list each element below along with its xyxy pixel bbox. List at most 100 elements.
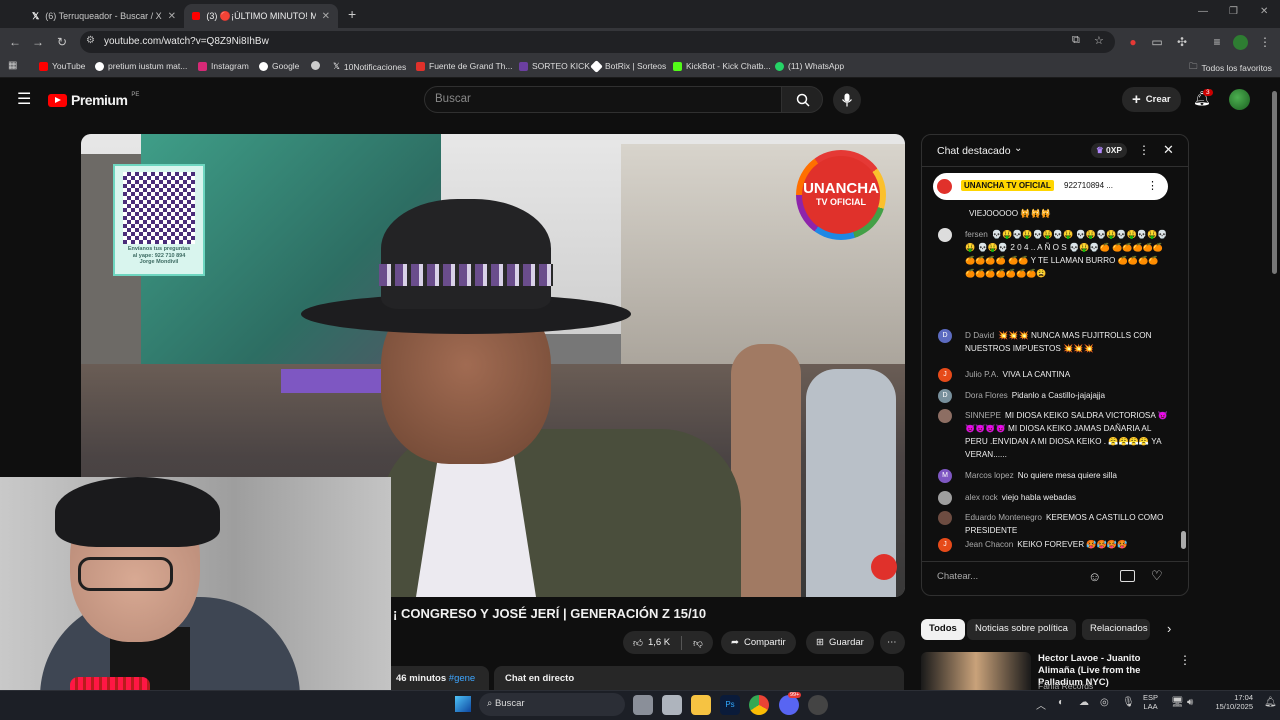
youtube-premium-logo[interactable]: Premium PE bbox=[48, 92, 139, 108]
bookmark-sorteo-kick[interactable]: SORTEO KICK bbox=[519, 61, 590, 71]
chat-author: Jean Chacon bbox=[965, 540, 1014, 549]
site-info-icon[interactable]: ⚙ bbox=[86, 35, 95, 46]
voice-search-button[interactable] bbox=[833, 86, 861, 114]
bookmark-whatsapp[interactable]: (11) WhatsApp bbox=[775, 61, 844, 71]
super-chat-icon[interactable] bbox=[1120, 570, 1135, 582]
bookmark-unnamed[interactable] bbox=[311, 61, 320, 70]
discord-icon[interactable] bbox=[779, 695, 799, 715]
chat-message: Eduardo Montenegro KEREMOS A CASTILLO COM… bbox=[938, 511, 1170, 537]
taskbar-search[interactable]: ⌕ Buscar bbox=[479, 693, 625, 716]
bookmark-star-icon[interactable]: ☆ bbox=[1094, 34, 1104, 47]
url-text[interactable]: youtube.com/watch?v=Q8Z9Ni8IhBw bbox=[104, 36, 269, 47]
volume-icon[interactable]: 🔊︎ bbox=[1187, 697, 1193, 708]
chip-all[interactable]: Todos bbox=[921, 619, 965, 640]
google-icon bbox=[259, 61, 268, 71]
save-button[interactable]: ⊞ Guardar bbox=[806, 631, 874, 654]
windows-start-icon[interactable] bbox=[455, 696, 471, 712]
bookmark-youtube[interactable]: YouTube bbox=[39, 61, 85, 71]
share-button[interactable]: ➦ Compartir bbox=[721, 631, 796, 654]
lang-line-2: LAA bbox=[1143, 702, 1158, 711]
task-view-icon[interactable] bbox=[633, 695, 653, 715]
tray-app-icon[interactable]: ◐ bbox=[1058, 697, 1064, 708]
tray-app-icon[interactable]: ◎ bbox=[1100, 697, 1109, 708]
network-icon[interactable]: 🖥︎ bbox=[1171, 697, 1184, 708]
chat-more-icon[interactable]: ⋮ bbox=[1138, 143, 1150, 157]
notification-center-icon[interactable]: 🔔︎ bbox=[1264, 697, 1277, 708]
bookmark-kickbot[interactable]: KickBot - Kick Chatb... bbox=[673, 61, 771, 71]
close-tab-icon[interactable]: ✕ bbox=[322, 11, 330, 22]
video-description-box[interactable]: 46 minutos #gene bbox=[391, 666, 489, 690]
input-language[interactable]: ESP LAA bbox=[1143, 693, 1158, 711]
profile-avatar[interactable] bbox=[1233, 35, 1248, 50]
bookmark-google[interactable]: Google bbox=[259, 61, 299, 71]
bookmark-pretium[interactable]: pretium iustum mat... bbox=[95, 61, 187, 71]
new-tab-button[interactable]: + bbox=[348, 6, 356, 22]
create-button[interactable]: + Crear bbox=[1122, 87, 1181, 112]
close-chat-icon[interactable]: ✕ bbox=[1163, 142, 1174, 158]
bookmark-label: Google bbox=[272, 61, 300, 71]
apps-grid-icon[interactable]: ▦ bbox=[8, 60, 17, 71]
install-app-icon[interactable]: ⧉ bbox=[1072, 34, 1080, 47]
chrome-icon[interactable] bbox=[749, 695, 769, 715]
back-icon[interactable]: ← bbox=[8, 35, 22, 49]
extension-record-icon[interactable]: ● bbox=[1126, 35, 1140, 49]
more-actions-button[interactable]: ⋯ bbox=[880, 631, 905, 654]
pinned-more-icon[interactable]: ⋮ bbox=[1147, 179, 1158, 192]
app-icon[interactable] bbox=[662, 695, 682, 715]
chat-mode-dropdown[interactable]: Chat destacado bbox=[937, 145, 1011, 157]
thumbs-down-icon[interactable]: 👎︎ bbox=[693, 637, 703, 649]
photoshop-icon[interactable]: Ps bbox=[720, 695, 740, 715]
onedrive-icon[interactable]: ☁ bbox=[1079, 697, 1089, 708]
bookmark-label: YouTube bbox=[52, 61, 86, 71]
chat-message: fersen 💀🤑💀🤑💀🤑💀🤑 💀🤑💀🤑💀🤑💀🤑💀🤑 💀🤑💀 2 0 4 .. A… bbox=[938, 228, 1170, 280]
menu-dots-icon[interactable]: ⋮ bbox=[1258, 35, 1272, 49]
chevron-down-icon[interactable]: ⌄ bbox=[1014, 143, 1022, 154]
restore-icon[interactable]: ❐ bbox=[1229, 6, 1238, 17]
forward-icon[interactable]: → bbox=[31, 35, 45, 49]
chat-message: SINNEPE MI DIOSA KEIKO SALDRA VICTORIOSA … bbox=[938, 409, 1170, 461]
tab-x-search[interactable]: 𝕏 (6) Terruqueador - Buscar / X ✕ bbox=[24, 4, 182, 28]
chip-related[interactable]: Relacionados bbox=[1082, 619, 1150, 640]
address-bar[interactable]: ⚙ youtube.com/watch?v=Q8Z9Ni8IhBw ⧉ ☆ bbox=[80, 31, 1115, 53]
extension-card-icon[interactable]: ▭ bbox=[1150, 35, 1164, 49]
related-more-icon[interactable]: ⋮ bbox=[1179, 653, 1191, 667]
system-clock[interactable]: 17:04 15/10/2025 bbox=[1205, 693, 1253, 711]
reload-icon[interactable]: ↻ bbox=[55, 35, 69, 49]
chat-scrollbar[interactable] bbox=[1181, 531, 1186, 549]
page-scrollbar[interactable] bbox=[1272, 91, 1277, 274]
points-badge[interactable]: ♛ 0XP bbox=[1091, 143, 1128, 158]
search-placeholder: Buscar bbox=[435, 93, 471, 105]
heart-icon[interactable]: ♡ bbox=[1151, 568, 1163, 584]
obs-icon[interactable] bbox=[808, 695, 828, 715]
minimize-icon[interactable]: — bbox=[1198, 6, 1208, 17]
bookmark-gta[interactable]: Fuente de Grand Th... bbox=[416, 61, 512, 71]
live-chat-replay-box[interactable]: Chat en directo bbox=[494, 666, 904, 690]
search-button[interactable] bbox=[781, 86, 823, 113]
like-button[interactable]: 👍︎ 1,6 K 👎︎ bbox=[623, 631, 713, 654]
chat-avatar: M bbox=[938, 469, 952, 483]
description-tag[interactable]: #gene bbox=[449, 673, 475, 684]
hamburger-menu-icon[interactable]: ☰ bbox=[17, 89, 31, 109]
chat-input[interactable]: Chatear... bbox=[937, 571, 1077, 587]
search-input[interactable]: Buscar bbox=[424, 86, 782, 113]
chip-politics[interactable]: Noticias sobre política bbox=[967, 619, 1076, 640]
bookmark-botrix[interactable]: BotRix | Sorteos bbox=[590, 59, 666, 73]
tray-mic-icon[interactable]: 🎙︎ bbox=[1122, 697, 1135, 708]
file-explorer-icon[interactable] bbox=[691, 695, 711, 715]
related-video-thumbnail[interactable] bbox=[921, 652, 1031, 690]
pinned-message[interactable]: UNANCHA TV OFICIAL 922710894 ... ⋮ bbox=[933, 173, 1168, 200]
all-bookmarks[interactable]: 🗀 Todos los favoritos bbox=[1189, 61, 1272, 75]
bookmark-instagram[interactable]: Instagram bbox=[198, 61, 249, 71]
tab-title: (3) 🔴¡ÚLTIMO MINUTO! MARC bbox=[206, 10, 316, 21]
close-window-icon[interactable]: ✕ bbox=[1260, 6, 1268, 17]
close-tab-icon[interactable]: ✕ bbox=[168, 11, 176, 22]
chevron-right-icon[interactable]: › bbox=[1167, 621, 1171, 636]
notification-badge: 3 bbox=[1203, 89, 1213, 96]
tab-youtube[interactable]: (3) 🔴¡ÚLTIMO MINUTO! MARC ✕ bbox=[184, 4, 338, 28]
tray-chevron-icon[interactable]: ︿ bbox=[1036, 697, 1046, 712]
emoji-icon[interactable]: ☺ bbox=[1088, 569, 1101, 584]
extensions-icon[interactable]: ✣ bbox=[1175, 35, 1189, 49]
account-avatar[interactable] bbox=[1229, 89, 1250, 110]
reading-list-icon[interactable]: ≡ bbox=[1210, 35, 1224, 49]
bookmark-10notificaciones[interactable]: 𝕏 10Notificaciones bbox=[333, 61, 406, 72]
